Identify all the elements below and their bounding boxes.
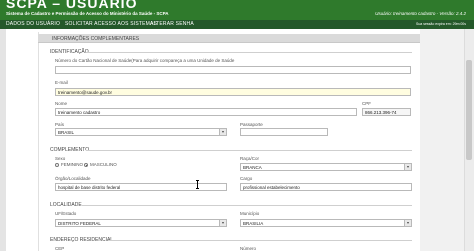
left-gutter (0, 29, 6, 251)
nav-solicitar-acesso[interactable]: SOLICITAR ACESSO AOS SISTEMAS (65, 21, 157, 27)
app-header: SCPA – USUÁRIO Sistema de Cadastro e Per… (0, 0, 474, 20)
email-label: E-mail (55, 80, 68, 85)
cpf-field: 866.213.396-74 (362, 108, 411, 116)
section-divider (82, 205, 412, 206)
app-title: SCPA – USUÁRIO (6, 0, 138, 11)
raca-select[interactable]: BRANCA (240, 163, 412, 171)
email-field[interactable]: treinamento@saude.gov.br (55, 88, 411, 96)
chevron-down-icon[interactable] (219, 220, 226, 226)
cargo-input[interactable]: profissional estabelecimento (240, 183, 412, 191)
sexo-masculino-radio[interactable] (84, 163, 88, 167)
section-localidade: LOCALIDADE (50, 202, 82, 208)
chevron-down-icon[interactable] (404, 220, 411, 226)
sexo-masculino-label: MASCULINO (90, 162, 117, 167)
uf-select[interactable]: DISTRITO FEDERAL (55, 219, 227, 227)
chevron-down-icon[interactable] (219, 129, 226, 135)
user-info: Usuário: treinamento cadastro - Versão: … (375, 11, 466, 16)
nome-label: Nome (55, 101, 68, 106)
section-divider (108, 240, 412, 241)
nome-field[interactable]: treinamento cadastro (55, 108, 357, 116)
app-subtitle: Sistema de Cadastro e Permissão de Acess… (6, 11, 169, 16)
panel-header: INFORMAÇÕES COMPLEMENTARES (38, 34, 420, 43)
main-nav: DADOS DO USUÁRIO SOLICITAR ACESSO AOS SI… (0, 20, 474, 29)
cartao-label: Número do Cartão Nacional de Saúde(Para … (55, 58, 235, 63)
cep-label: CEP (55, 246, 65, 251)
section-divider (86, 52, 412, 53)
cartao-sus-input[interactable] (55, 66, 411, 74)
text-cursor-icon (196, 180, 199, 189)
scrollbar-thumb[interactable] (466, 60, 472, 160)
lotacao-input[interactable]: hospital de base distrito federal (55, 183, 227, 191)
section-divider (86, 150, 412, 151)
nav-alterar-senha[interactable]: ALTERAR SENHA (150, 21, 194, 27)
nav-dados-usuario[interactable]: DADOS DO USUÁRIO (6, 21, 60, 27)
raca-label: Raça/Cor (240, 156, 260, 161)
session-timer: Sua sessão expira em: 29m:00s (416, 22, 466, 26)
municipio-label: Município (240, 211, 260, 216)
sexo-feminino-radio[interactable] (55, 163, 59, 167)
panel-title: INFORMAÇÕES COMPLEMENTARES (52, 36, 140, 42)
cpf-label: CPF (362, 101, 371, 106)
section-complemento: COMPLEMENTO (50, 147, 90, 153)
cargo-label: Cargo (240, 176, 253, 181)
sexo-label: Sexo (55, 156, 66, 161)
chevron-down-icon[interactable] (404, 164, 411, 170)
uf-label: UF/Estado (55, 211, 77, 216)
numero-label: Número (240, 246, 257, 251)
sexo-feminino-label: FEMININO (61, 162, 83, 167)
municipio-select[interactable]: BRASILIA (240, 219, 412, 227)
section-endereco: ENDEREÇO RESIDENCIAL (50, 237, 114, 243)
pais-label: País (55, 122, 65, 127)
passaporte-label: Passaporte (240, 122, 263, 127)
lotacao-label: Órgão/Localidade (55, 176, 91, 181)
pais-select[interactable]: BRASIL (55, 128, 227, 136)
passaporte-input[interactable] (240, 128, 328, 136)
section-identificacao: IDENTIFICAÇÃO (50, 49, 89, 55)
